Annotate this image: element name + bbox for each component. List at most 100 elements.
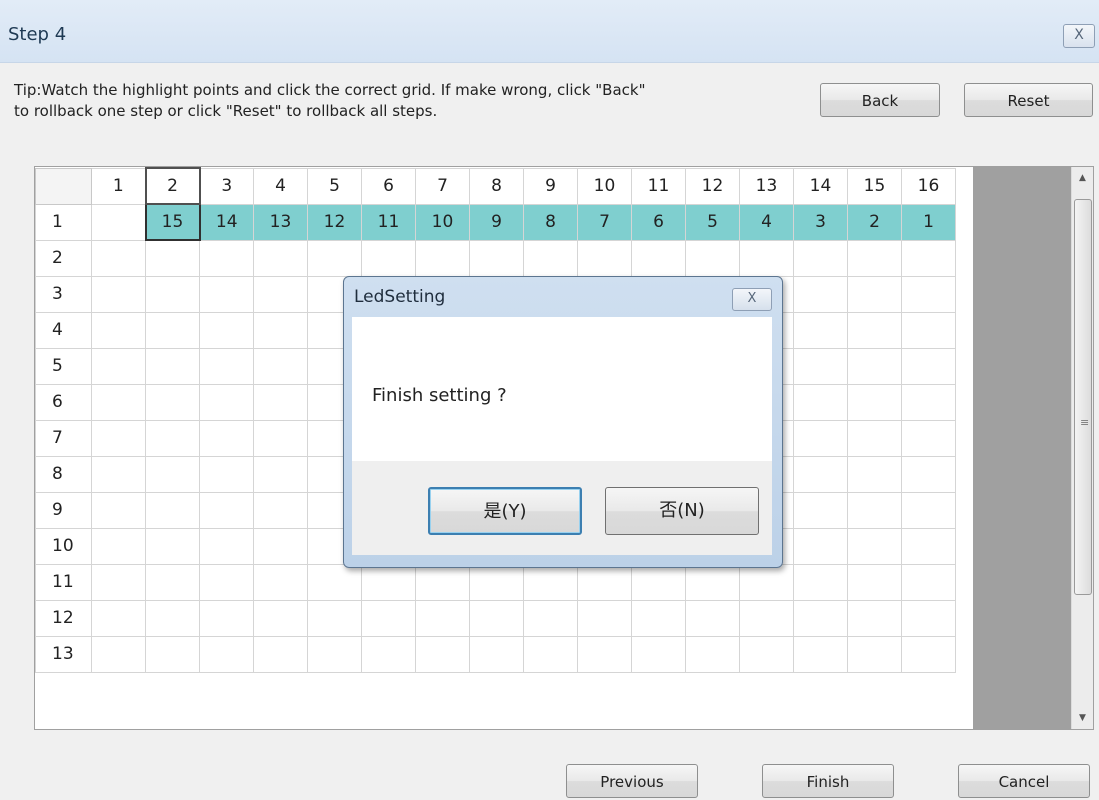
grid-cell[interactable] [199,383,254,421]
grid-cell[interactable] [253,563,308,601]
scrollbar-thumb[interactable]: ≡ [1074,199,1092,595]
grid-cell[interactable]: 2 [847,203,902,241]
grid-cell[interactable] [793,635,848,673]
row-header[interactable]: 4 [35,311,92,349]
grid-cell[interactable]: 3 [793,203,848,241]
grid-cell[interactable] [145,383,200,421]
grid-cell[interactable] [415,563,470,601]
grid-cell[interactable] [793,347,848,385]
column-header[interactable]: 3 [199,167,254,205]
grid-cell[interactable] [793,599,848,637]
grid-cell[interactable] [91,347,146,385]
grid-cell[interactable] [361,563,416,601]
grid-cell[interactable] [91,275,146,313]
grid-cell[interactable] [685,239,740,277]
grid-cell[interactable] [199,527,254,565]
grid-cell[interactable] [253,491,308,529]
grid-cell[interactable] [469,563,524,601]
grid-cell[interactable] [361,239,416,277]
grid-cell[interactable] [253,455,308,493]
grid-cell[interactable] [469,599,524,637]
grid-cell[interactable] [739,635,794,673]
grid-cell[interactable] [361,599,416,637]
grid-cell[interactable]: 4 [739,203,794,241]
grid-cell[interactable] [793,527,848,565]
grid-cell[interactable] [523,239,578,277]
grid-cell[interactable] [847,239,902,277]
grid-cell[interactable] [91,455,146,493]
grid-cell[interactable] [145,491,200,529]
grid-cell[interactable]: 13 [253,203,308,241]
previous-button[interactable]: Previous [566,764,698,798]
grid-cell[interactable] [631,239,686,277]
scroll-down-arrow-icon[interactable]: ▼ [1072,707,1093,729]
dialog-close-button[interactable]: X [732,288,772,311]
column-header[interactable]: 11 [631,167,686,205]
grid-cell[interactable] [199,599,254,637]
grid-cell[interactable] [307,599,362,637]
grid-cell[interactable] [793,419,848,457]
grid-cell[interactable] [199,563,254,601]
grid-cell[interactable]: 11 [361,203,416,241]
grid-cell[interactable] [901,563,956,601]
grid-cell[interactable] [901,275,956,313]
grid-cell[interactable] [145,635,200,673]
grid-cell[interactable] [793,311,848,349]
grid-cell[interactable]: 12 [307,203,362,241]
finish-button[interactable]: Finish [762,764,894,798]
grid-cell[interactable] [91,563,146,601]
grid-cell[interactable] [91,491,146,529]
grid-cell[interactable] [91,635,146,673]
grid-cell[interactable] [577,239,632,277]
grid-cell[interactable] [685,599,740,637]
reset-button[interactable]: Reset [964,83,1093,117]
grid-cell[interactable] [577,599,632,637]
column-header[interactable]: 1 [91,167,146,205]
grid-cell[interactable] [145,347,200,385]
grid-cell[interactable] [901,527,956,565]
grid-cell[interactable] [739,239,794,277]
column-header[interactable]: 16 [901,167,956,205]
grid-cell[interactable] [253,311,308,349]
grid-cell[interactable] [523,563,578,601]
grid-cell[interactable] [523,635,578,673]
grid-cell[interactable] [847,599,902,637]
grid-cell[interactable] [199,347,254,385]
grid-cell[interactable] [145,419,200,457]
row-header[interactable]: 13 [35,635,92,673]
grid-cell[interactable] [145,275,200,313]
grid-cell[interactable] [793,239,848,277]
grid-cell[interactable] [91,203,146,241]
grid-cell[interactable] [685,563,740,601]
grid-cell[interactable] [91,527,146,565]
grid-cell[interactable] [145,239,200,277]
grid-cell[interactable] [469,635,524,673]
row-header[interactable]: 10 [35,527,92,565]
grid-cell[interactable] [901,635,956,673]
grid-cell[interactable] [847,455,902,493]
grid-cell[interactable] [307,635,362,673]
grid-cell[interactable] [847,311,902,349]
grid-cell[interactable]: 7 [577,203,632,241]
grid-cell[interactable]: 10 [415,203,470,241]
grid-cell[interactable] [253,239,308,277]
grid-cell[interactable] [739,563,794,601]
grid-cell[interactable] [469,239,524,277]
grid-cell[interactable] [901,239,956,277]
grid-cell[interactable]: 15 [144,203,201,241]
grid-cell[interactable] [631,563,686,601]
grid-cell[interactable]: 9 [469,203,524,241]
grid-cell[interactable] [199,455,254,493]
grid-cell[interactable] [793,275,848,313]
grid-cell[interactable] [253,599,308,637]
row-header[interactable]: 5 [35,347,92,385]
column-header[interactable]: 13 [739,167,794,205]
column-header[interactable]: 5 [307,167,362,205]
grid-cell[interactable] [901,311,956,349]
grid-cell[interactable] [793,383,848,421]
grid-cell[interactable] [253,635,308,673]
row-header[interactable]: 1 [35,203,92,241]
grid-cell[interactable] [847,275,902,313]
grid-cell[interactable] [847,563,902,601]
grid-cell[interactable] [91,599,146,637]
